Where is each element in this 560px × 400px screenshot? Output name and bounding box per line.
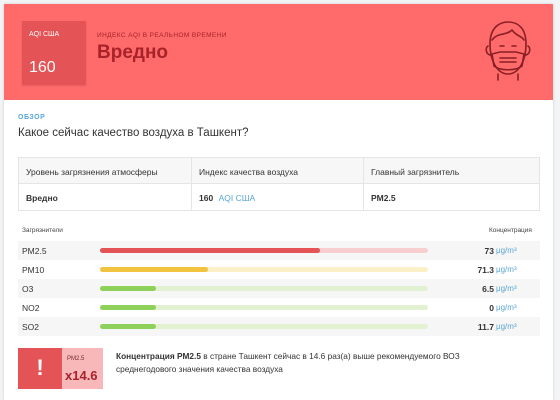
pollutants-column-header: Загрязнители [22,227,63,234]
realtime-subtitle: Индекс AQI в реальном времени [97,32,227,39]
pollutant-value: 0 [489,303,494,313]
multiplier-box: PM2.5 x14.6 [62,348,103,389]
pollutant-unit: μg/m³ [496,322,517,331]
aqi-header: AQI США 160 Индекс AQI в реальном времен… [4,4,553,100]
overview-question: Какое сейчас качество воздуха в Ташкент? [18,127,249,139]
pollutant-name: O3 [22,284,34,294]
pollutant-bar-track [100,305,428,310]
face-mask-icon [485,21,531,81]
pollutant-bar-fill [100,305,156,310]
note-bold: Концентрация PM2.5 [116,351,201,361]
pollutant-row: PM2.5 73 μg/m³ [18,241,540,260]
aqi-badge: AQI США 160 [22,21,86,85]
aqi-badge-label: AQI США [29,31,60,38]
summary-aqi-unit-link[interactable]: AQI США [219,193,256,203]
summary-header-level: Уровень загрязнения атмосферы [26,167,158,177]
summary-level-value: Вредно [26,193,58,203]
summary-aqi-value: 160 AQI США [199,193,255,203]
pollutant-row: PM10 71.3 μg/m³ [18,260,540,279]
summary-divider [191,158,192,210]
pollutant-name: NO2 [22,303,40,313]
pollutant-value: 6.5 [482,284,494,294]
summary-header-pollutant: Главный загрязнитель [371,167,460,177]
exclamation-icon: ! [36,355,44,380]
pollutant-bar-track [100,324,428,329]
summary-header-aqi: Индекс качества воздуха [199,167,299,177]
summary-pollutant-value: PM2.5 [371,193,396,203]
pollutant-unit: μg/m³ [496,303,517,312]
pollutant-bar-fill [100,324,156,329]
pollutant-row: O3 6.5 μg/m³ [18,279,540,298]
pollutant-row: SO2 11.7 μg/m³ [18,317,540,336]
pollutant-bar-track [100,286,428,291]
pollutant-bar-fill [100,267,209,272]
pollutant-bar-fill [100,286,156,291]
pollutant-value: 73 [484,246,494,256]
pollutant-unit: μg/m³ [496,265,517,274]
alert-box: ! [18,348,62,389]
concentration-column-header: Концентрация [489,227,532,234]
pollutant-value: 11.7 [477,322,494,332]
overview-tag: ОБЗОР [18,114,46,121]
who-comparison-note: Концентрация PM2.5 в стране Ташкент сейч… [116,350,516,376]
summary-divider [363,158,364,210]
aqi-status: Вредно [97,42,169,63]
pollutant-bar-fill [100,248,320,253]
pollutant-row: NO2 0 μg/m³ [18,298,540,317]
aqi-badge-value: 160 [29,59,56,76]
multiplier-pollutant: PM2.5 [67,356,85,362]
aqi-card: AQI США 160 Индекс AQI в реальном времен… [4,4,553,400]
pollutant-value: 71.3 [477,265,494,275]
pollutant-bar-track [100,267,428,272]
summary-table: Уровень загрязнения атмосферы Индекс кач… [18,157,540,211]
pollutant-unit: μg/m³ [496,246,517,255]
pollutant-unit: μg/m³ [496,284,517,293]
pollutant-name: PM2.5 [22,246,47,256]
multiplier-value: x14.6 [65,368,98,383]
pollutant-bar-track [100,248,428,253]
summary-aqi-number: 160 [199,193,214,203]
pollutant-name: PM10 [22,265,45,275]
pollutant-name: SO2 [22,322,40,332]
